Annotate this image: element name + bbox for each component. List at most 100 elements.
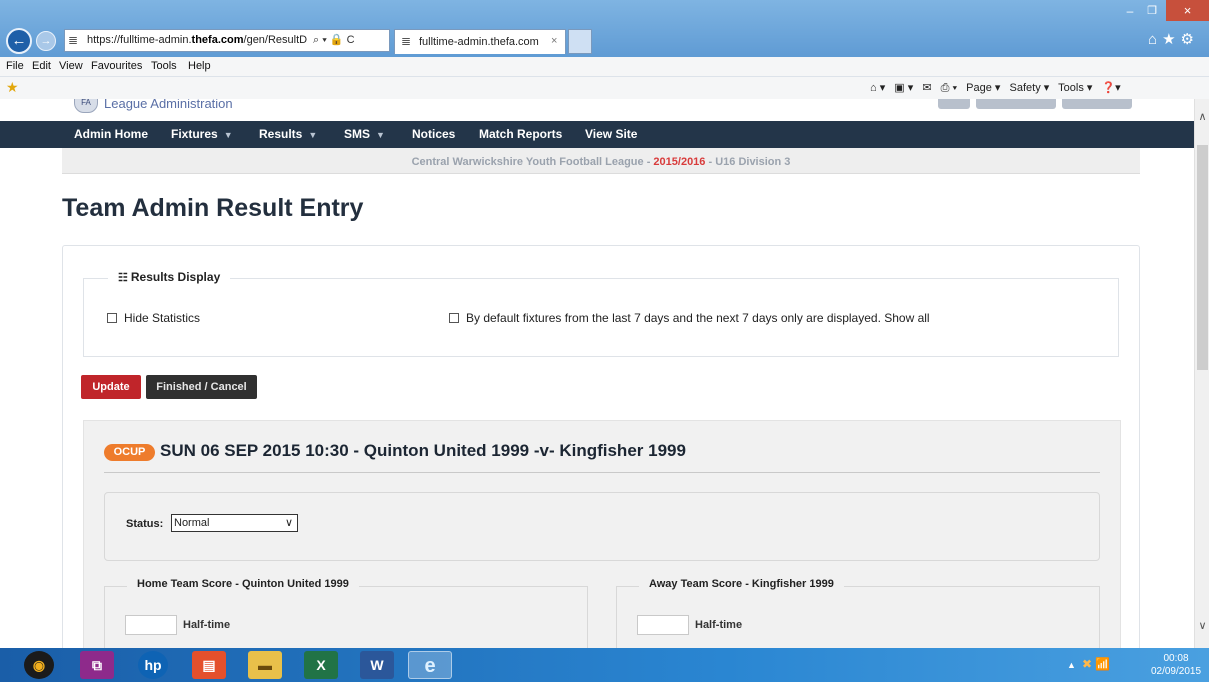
clock-time: 00:08 xyxy=(1163,653,1189,664)
menu-help[interactable]: Help xyxy=(188,60,211,72)
forward-button[interactable]: → xyxy=(36,31,56,51)
show-all-checkbox[interactable] xyxy=(449,313,459,323)
nav-sms[interactable]: SMS ▼ xyxy=(344,121,385,148)
caret-down-icon: ▼ xyxy=(308,130,318,140)
site-favicon-icon: ≣ xyxy=(68,33,79,47)
window-controls: – ❐ × xyxy=(1120,0,1209,22)
show-hidden-icons-icon[interactable]: ▲ xyxy=(1067,660,1076,670)
web-page: FA League Administration Admin Home Fixt… xyxy=(0,99,1194,648)
security-alert-icon[interactable]: ✖ xyxy=(1082,657,1092,671)
scrollbar-thumb[interactable] xyxy=(1197,145,1208,370)
status-select[interactable]: Normal ∨ xyxy=(171,514,298,532)
safety-menu[interactable]: Safety ▾ xyxy=(1010,82,1050,94)
main-navigation: Admin Home Fixtures ▼ Results ▼ SMS ▼ Notic… xyxy=(0,121,1194,148)
divider xyxy=(104,472,1100,473)
tab-close-icon[interactable]: × xyxy=(551,35,557,47)
finished-cancel-button[interactable]: Finished / Cancel xyxy=(146,375,257,399)
windows-taskbar: ◉ ⧉ hp ▤ ▬ X W e ▲ ✖ 📶 00:08 02/09/2015 xyxy=(0,648,1209,682)
hp-icon[interactable]: hp xyxy=(138,651,168,679)
menu-edit[interactable]: Edit xyxy=(32,60,51,72)
nav-fixtures[interactable]: Fixtures ▼ xyxy=(171,121,233,148)
command-bar-items: ⌂ ▾ ▣ ▾ ✉ ⎙ ▾ Page ▾ Safety ▾ Tools ▾ ❓▾ xyxy=(870,81,1127,95)
nav-notices[interactable]: Notices xyxy=(412,121,455,148)
media-player-icon[interactable]: ◉ xyxy=(24,651,54,679)
menu-view[interactable]: View xyxy=(59,60,83,72)
caret-down-icon: ▼ xyxy=(376,130,385,140)
system-clock[interactable]: 00:08 02/09/2015 xyxy=(1148,652,1204,678)
internet-explorer-icon[interactable]: e xyxy=(408,651,452,679)
command-bar: ★ ⌂ ▾ ▣ ▾ ✉ ⎙ ▾ Page ▾ Safety ▾ Tools ▾ … xyxy=(0,77,1209,100)
nav-view-site[interactable]: View Site xyxy=(585,121,637,148)
address-url[interactable]: https://fulltime-admin.thefa.com/gen/Res… xyxy=(87,34,307,46)
chevron-down-icon: ∨ xyxy=(284,517,293,529)
address-bar[interactable]: ≣ https://fulltime-admin.thefa.com/gen/R… xyxy=(64,29,390,52)
home-half-time-input[interactable] xyxy=(125,615,177,635)
away-team-score-fieldset: Away Team Score - Kingfisher 1999 Half-t… xyxy=(616,578,1100,648)
back-button[interactable]: ← xyxy=(6,28,32,54)
file-explorer-icon[interactable]: ▬ xyxy=(248,651,282,679)
minimize-icon[interactable]: – xyxy=(1120,4,1140,18)
maximize-icon[interactable]: ❐ xyxy=(1142,4,1162,17)
add-favourite-star-icon[interactable]: ★ xyxy=(6,79,19,96)
show-all-label[interactable]: By default fixtures from the last 7 days… xyxy=(466,311,930,325)
tab-title: fulltime-admin.thefa.com xyxy=(419,36,539,48)
header-button[interactable] xyxy=(976,99,1056,109)
excel-icon[interactable]: X xyxy=(304,651,338,679)
menu-tools[interactable]: Tools xyxy=(151,60,177,72)
header-button[interactable] xyxy=(1062,99,1132,109)
network-icon[interactable]: 📶 xyxy=(1095,657,1110,671)
scroll-up-icon[interactable]: ∧ xyxy=(1195,110,1209,123)
home-half-time-label: Half-time xyxy=(183,619,231,631)
hide-statistics-checkbox[interactable] xyxy=(107,313,117,323)
home-icon[interactable]: ⌂ xyxy=(1148,31,1162,48)
hide-statistics-label[interactable]: Hide Statistics xyxy=(124,311,200,325)
page-menu[interactable]: Page ▾ xyxy=(966,82,1000,94)
update-button[interactable]: Update xyxy=(81,375,141,399)
favourites-star-icon[interactable]: ★ xyxy=(1162,31,1180,48)
season-label: 2015/2016 xyxy=(653,156,706,168)
back-arrow-icon: ← xyxy=(11,32,27,49)
settings-gear-icon[interactable]: ⚙ xyxy=(1181,31,1199,48)
results-display-legend: ☷ Results Display xyxy=(108,270,231,284)
tools-menu[interactable]: Tools ▾ xyxy=(1058,82,1092,94)
away-team-legend: Away Team Score - Kingfisher 1999 xyxy=(639,578,844,590)
header-button[interactable] xyxy=(938,99,970,109)
vertical-scrollbar[interactable]: ∧ ∨ xyxy=(1194,99,1209,648)
scroll-down-icon[interactable]: ∨ xyxy=(1195,619,1209,632)
home-team-score-fieldset: Home Team Score - Quinton United 1999 Ha… xyxy=(104,578,588,648)
clock-date: 02/09/2015 xyxy=(1150,666,1202,677)
remote-app-icon[interactable]: ⧉ xyxy=(80,651,114,679)
league-info-text: Central Warwickshire Youth Football Leag… xyxy=(411,156,791,168)
caret-down-icon: ▼ xyxy=(223,130,233,140)
address-actions-icon[interactable]: ⌕ ▾ 🔒 C xyxy=(313,33,355,47)
help-icon[interactable]: ❓▾ xyxy=(1101,82,1120,94)
results-display-fieldset: ☷ Results Display Hide Statistics By defa… xyxy=(83,270,1119,357)
page-title: Team Admin Result Entry xyxy=(62,194,364,222)
menu-favourites[interactable]: Favourites xyxy=(91,60,142,72)
print-icon[interactable]: ⎙ ▾ xyxy=(941,82,957,94)
browser-tab-active[interactable]: ≣ fulltime-admin.thefa.com × xyxy=(394,29,566,54)
nav-admin-home[interactable]: Admin Home xyxy=(74,121,148,148)
away-half-time-input[interactable] xyxy=(637,615,689,635)
system-tray: ✖ 📶 xyxy=(1082,657,1110,671)
feeds-icon[interactable]: ▣ ▾ xyxy=(894,82,913,94)
nav-results[interactable]: Results ▼ xyxy=(259,121,317,148)
status-label: Status: xyxy=(126,518,164,530)
office-icon[interactable]: ▤ xyxy=(192,651,226,679)
fixture-panel: OCUP SUN 06 SEP 2015 10:30 - Quinton Uni… xyxy=(83,420,1121,648)
forward-arrow-icon: → xyxy=(40,35,52,47)
menu-bar: File Edit View Favourites Tools Help xyxy=(0,57,1209,77)
result-entry-panel: ☷ Results Display Hide Statistics By defa… xyxy=(62,245,1140,648)
new-tab-button[interactable] xyxy=(568,29,592,54)
word-icon[interactable]: W xyxy=(360,651,394,679)
mail-icon[interactable]: ✉ xyxy=(922,82,931,94)
tab-favicon-icon: ≣ xyxy=(401,34,412,48)
home-page-icon[interactable]: ⌂ ▾ xyxy=(870,82,885,94)
home-team-legend: Home Team Score - Quinton United 1999 xyxy=(127,578,359,590)
browser-title-bar: ← → ≣ https://fulltime-admin.thefa.com/g… xyxy=(0,0,1209,57)
browser-toolbar-icons: ⌂★⚙ xyxy=(1148,30,1199,48)
menu-file[interactable]: File xyxy=(6,60,24,72)
nav-match-reports[interactable]: Match Reports xyxy=(479,121,562,148)
close-window-icon[interactable]: × xyxy=(1166,0,1209,21)
competition-badge: OCUP xyxy=(104,444,155,461)
